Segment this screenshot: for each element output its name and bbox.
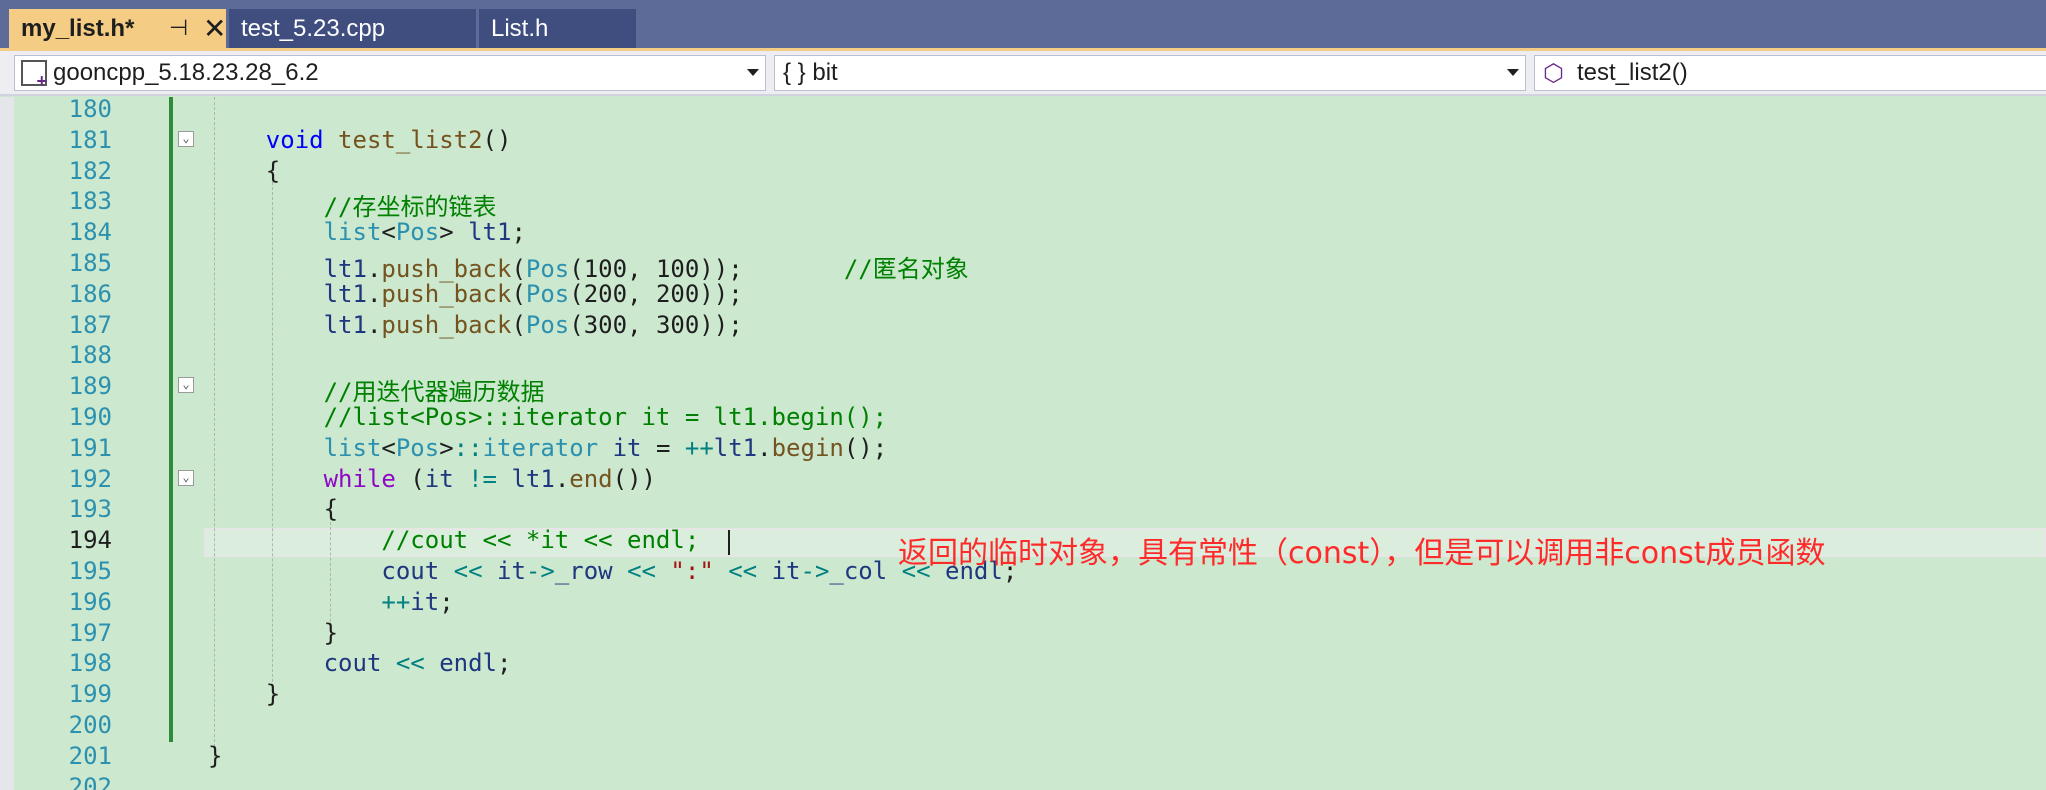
chevron-down-icon[interactable] [1507, 69, 1519, 76]
line-number: 201 [68, 741, 112, 770]
line-number: 191 [68, 433, 112, 462]
member-dropdown[interactable]: ⬡ test_list2() [1534, 55, 2046, 91]
code-text: lt1.push_back(Pos(300, 300)); [323, 310, 743, 339]
code-text: //list<Pos>::iterator it = lt1.begin(); [323, 403, 888, 431]
text-caret [728, 530, 730, 555]
code-line[interactable]: 197 } [0, 616, 2046, 647]
code-line[interactable]: 183 //存坐标的链表 [0, 184, 2046, 221]
code-line[interactable]: 198 cout << endl; [0, 646, 2046, 677]
line-number: 200 [68, 711, 112, 739]
project-dropdown[interactable]: gooncpp_5.18.23.28_6.2 [14, 55, 766, 92]
code-text: } [208, 680, 281, 709]
function-cube-icon: ⬡ [1543, 59, 1564, 87]
code-line[interactable]: 180 [0, 97, 2046, 123]
chevron-down-icon[interactable] [747, 69, 759, 76]
code-line[interactable]: 191 list<Pos>::iterator it = ++lt1.begin… [0, 431, 2046, 462]
line-number: 188 [68, 341, 112, 370]
code-text: { [208, 495, 339, 524]
code-editor[interactable]: 180 181 ⌄ void test_list2() 182 {183 //存坐标的… [0, 97, 2046, 790]
line-number: 196 [68, 587, 112, 616]
line-number: 180 [68, 97, 112, 123]
code-text: cout << endl; [323, 649, 512, 678]
code-text: while (it != lt1.end()) [323, 464, 656, 493]
line-number: 181 [68, 125, 112, 154]
line-number: 194 [68, 526, 112, 555]
line-number: 183 [68, 187, 112, 216]
document-tab-strip: my_list.h* ⊣ ✕ test_5.23.cpp List.h [0, 0, 2046, 50]
project-icon [21, 60, 47, 92]
code-line[interactable]: 188 [0, 338, 2046, 369]
pin-icon[interactable]: ⊣ [169, 15, 188, 41]
line-number: 198 [68, 649, 112, 678]
line-number: 192 [68, 464, 112, 493]
project-name: gooncpp_5.18.23.28_6.2 [53, 59, 319, 86]
code-line[interactable]: 190 //list<Pos>::iterator it = lt1.begin… [0, 400, 2046, 431]
code-text: //cout << *it << endl; [381, 526, 700, 555]
line-number: 182 [68, 156, 112, 185]
code-text: void test_list2() [265, 125, 512, 154]
code-line[interactable]: 189 ⌄ //用迭代器遍历数据 [0, 369, 2046, 406]
tab-label: my_list.h* [21, 14, 135, 42]
code-text: } [208, 618, 339, 647]
tab-test-5-23-cpp[interactable]: test_5.23.cpp [229, 9, 476, 48]
member-name: test_list2() [1577, 59, 1688, 86]
code-line[interactable]: 196 ++it; [0, 585, 2046, 616]
code-line[interactable]: 182 { [0, 154, 2046, 185]
code-line[interactable]: 186 lt1.push_back(Pos(200, 200)); [0, 277, 2046, 308]
tab-label: List.h [491, 14, 549, 42]
code-text: cout << it->_row << ":" << it->_col << e… [381, 557, 1018, 585]
line-number: 184 [68, 218, 112, 247]
code-text: list<Pos> lt1; [323, 218, 526, 247]
collapse-chevron-icon[interactable]: ⌄ [178, 469, 194, 486]
code-text: ++it; [381, 587, 454, 616]
code-line[interactable]: 193 { [0, 492, 2046, 523]
code-line[interactable]: 187 lt1.push_back(Pos(300, 300)); [0, 308, 2046, 339]
collapse-chevron-icon[interactable]: ⌄ [178, 130, 194, 147]
line-number: 185 [68, 249, 112, 277]
line-number: 190 [68, 403, 112, 431]
code-line[interactable]: 184 list<Pos> lt1; [0, 215, 2046, 246]
scope-dropdown[interactable]: { } bit [774, 55, 1526, 91]
code-line[interactable]: 181 ⌄ void test_list2() [0, 123, 2046, 154]
line-number: 202 [68, 772, 112, 790]
close-icon[interactable]: ✕ [203, 12, 226, 45]
navigation-bar: gooncpp_5.18.23.28_6.2 { } bit ⬡ test_li… [0, 51, 2046, 96]
tab-my-list-h[interactable]: my_list.h* ⊣ ✕ [9, 9, 226, 48]
code-text: lt1.push_back(Pos(200, 200)); [323, 279, 743, 308]
line-number: 186 [68, 279, 112, 308]
collapse-chevron-icon[interactable]: ⌄ [178, 377, 194, 394]
code-text: { [208, 156, 281, 185]
line-number: 193 [68, 495, 112, 524]
line-number: 187 [68, 310, 112, 339]
code-text: list<Pos>::iterator it = ++lt1.begin(); [323, 433, 888, 462]
line-number: 199 [68, 680, 112, 709]
code-line[interactable]: 200 [0, 708, 2046, 739]
tab-label: test_5.23.cpp [241, 14, 386, 42]
code-line[interactable]: 202 [0, 770, 2046, 790]
line-number: 189 [68, 372, 112, 401]
scope-name: { } bit [783, 59, 838, 86]
red-annotation-note: 返回的临时对象，具有常性（const），但是可以调用非const成员函数 [898, 536, 1826, 571]
line-number: 197 [68, 618, 112, 647]
tab-list-h[interactable]: List.h [479, 9, 636, 48]
code-text: } [208, 741, 223, 770]
code-line[interactable]: 192 ⌄ while (it != lt1.end()) [0, 462, 2046, 493]
code-line[interactable]: 199 } [0, 677, 2046, 708]
code-line[interactable]: 201} [0, 739, 2046, 770]
line-number: 195 [68, 557, 112, 585]
code-line[interactable]: 185 lt1.push_back(Pos(100, 100)); //匿名对象 [0, 246, 2046, 283]
